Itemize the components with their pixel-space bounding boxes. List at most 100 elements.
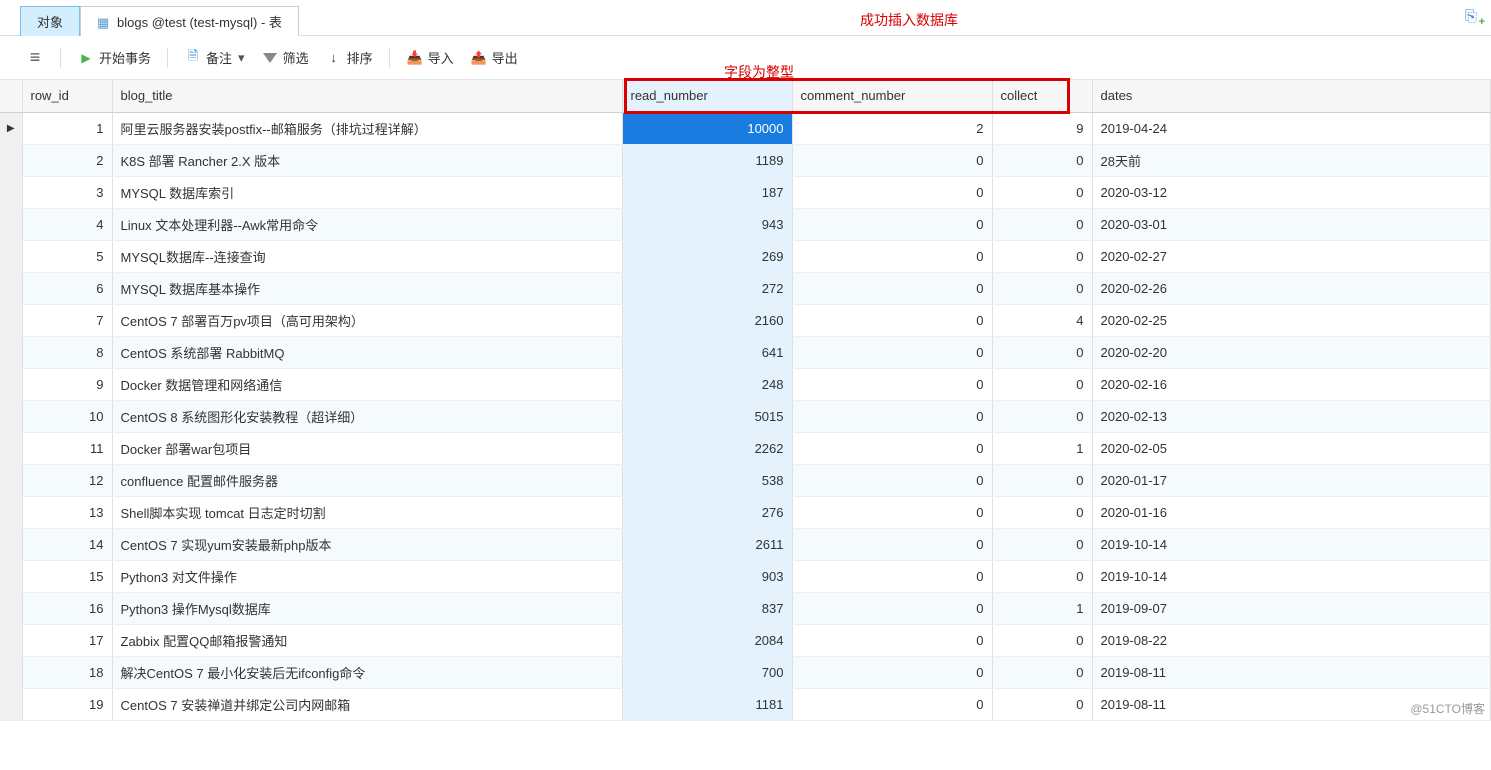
cell-collect[interactable]: 1	[992, 592, 1092, 624]
cell-row-id[interactable]: 3	[22, 176, 112, 208]
cell-dates[interactable]: 2019-09-07	[1092, 592, 1491, 624]
table-row[interactable]: 1阿里云服务器安装postfix--邮箱服务（排坑过程详解）1000029201…	[0, 112, 1491, 144]
cell-blog-title[interactable]: Python3 对文件操作	[112, 560, 622, 592]
cell-dates[interactable]: 2019-08-11	[1092, 656, 1491, 688]
cell-dates[interactable]: 2019-08-11	[1092, 688, 1491, 720]
cell-comment-number[interactable]: 0	[792, 208, 992, 240]
cell-comment-number[interactable]: 0	[792, 464, 992, 496]
cell-collect[interactable]: 0	[992, 560, 1092, 592]
cell-blog-title[interactable]: Shell脚本实现 tomcat 日志定时切割	[112, 496, 622, 528]
cell-blog-title[interactable]: Python3 操作Mysql数据库	[112, 592, 622, 624]
tab-objects[interactable]: 对象	[20, 6, 80, 36]
cell-row-id[interactable]: 8	[22, 336, 112, 368]
cell-read-number[interactable]: 2262	[622, 432, 792, 464]
table-row[interactable]: 15Python3 对文件操作903002019-10-14	[0, 560, 1491, 592]
export-button[interactable]: 导出	[464, 45, 524, 71]
new-tab-icon[interactable]	[1465, 8, 1483, 26]
cell-row-id[interactable]: 14	[22, 528, 112, 560]
cell-read-number[interactable]: 700	[622, 656, 792, 688]
cell-dates[interactable]: 2020-02-16	[1092, 368, 1491, 400]
cell-dates[interactable]: 2019-10-14	[1092, 528, 1491, 560]
cell-blog-title[interactable]: MYSQL 数据库索引	[112, 176, 622, 208]
cell-row-id[interactable]: 10	[22, 400, 112, 432]
cell-row-id[interactable]: 19	[22, 688, 112, 720]
cell-blog-title[interactable]: CentOS 8 系统图形化安装教程（超详细）	[112, 400, 622, 432]
table-row[interactable]: 12confluence 配置邮件服务器538002020-01-17	[0, 464, 1491, 496]
filter-button[interactable]: 筛选	[255, 45, 315, 71]
cell-blog-title[interactable]: 阿里云服务器安装postfix--邮箱服务（排坑过程详解）	[112, 112, 622, 144]
cell-row-id[interactable]: 17	[22, 624, 112, 656]
cell-comment-number[interactable]: 0	[792, 528, 992, 560]
sort-button[interactable]: 排序	[319, 45, 379, 71]
table-row[interactable]: 3MYSQL 数据库索引187002020-03-12	[0, 176, 1491, 208]
cell-dates[interactable]: 2020-02-13	[1092, 400, 1491, 432]
cell-collect[interactable]: 0	[992, 240, 1092, 272]
table-row[interactable]: 16Python3 操作Mysql数据库837012019-09-07	[0, 592, 1491, 624]
cell-comment-number[interactable]: 0	[792, 336, 992, 368]
cell-collect[interactable]: 0	[992, 176, 1092, 208]
column-header-collect[interactable]: collect	[992, 80, 1092, 112]
cell-collect[interactable]: 0	[992, 688, 1092, 720]
cell-read-number[interactable]: 2084	[622, 624, 792, 656]
table-row[interactable]: 9Docker 数据管理和网络通信248002020-02-16	[0, 368, 1491, 400]
cell-blog-title[interactable]: CentOS 系统部署 RabbitMQ	[112, 336, 622, 368]
column-header-read-number[interactable]: read_number	[622, 80, 792, 112]
cell-row-id[interactable]: 12	[22, 464, 112, 496]
cell-read-number[interactable]: 187	[622, 176, 792, 208]
cell-blog-title[interactable]: CentOS 7 部署百万pv项目（高可用架构）	[112, 304, 622, 336]
cell-dates[interactable]: 2020-03-01	[1092, 208, 1491, 240]
cell-dates[interactable]: 2019-04-24	[1092, 112, 1491, 144]
tab-table[interactable]: blogs @test (test-mysql) - 表	[80, 6, 299, 36]
table-row[interactable]: 5MYSQL数据库--连接查询269002020-02-27	[0, 240, 1491, 272]
cell-collect[interactable]: 0	[992, 656, 1092, 688]
cell-blog-title[interactable]: Docker 数据管理和网络通信	[112, 368, 622, 400]
cell-collect[interactable]: 0	[992, 400, 1092, 432]
cell-read-number[interactable]: 2160	[622, 304, 792, 336]
cell-blog-title[interactable]: 解决CentOS 7 最小化安装后无ifconfig命令	[112, 656, 622, 688]
table-row[interactable]: 4Linux 文本处理利器--Awk常用命令943002020-03-01	[0, 208, 1491, 240]
cell-read-number[interactable]: 641	[622, 336, 792, 368]
cell-comment-number[interactable]: 0	[792, 272, 992, 304]
cell-collect[interactable]: 0	[992, 528, 1092, 560]
cell-dates[interactable]: 2020-02-05	[1092, 432, 1491, 464]
cell-collect[interactable]: 0	[992, 496, 1092, 528]
cell-read-number[interactable]: 272	[622, 272, 792, 304]
cell-blog-title[interactable]: CentOS 7 实现yum安装最新php版本	[112, 528, 622, 560]
cell-read-number[interactable]: 2611	[622, 528, 792, 560]
cell-dates[interactable]: 2020-02-27	[1092, 240, 1491, 272]
cell-row-id[interactable]: 4	[22, 208, 112, 240]
cell-blog-title[interactable]: K8S 部署 Rancher 2.X 版本	[112, 144, 622, 176]
column-header-dates[interactable]: dates	[1092, 80, 1491, 112]
cell-blog-title[interactable]: Docker 部署war包项目	[112, 432, 622, 464]
cell-collect[interactable]: 4	[992, 304, 1092, 336]
cell-comment-number[interactable]: 0	[792, 432, 992, 464]
menu-button[interactable]	[20, 45, 50, 71]
table-row[interactable]: 17Zabbix 配置QQ邮箱报警通知2084002019-08-22	[0, 624, 1491, 656]
cell-dates[interactable]: 28天前	[1092, 144, 1491, 176]
table-row[interactable]: 10CentOS 8 系统图形化安装教程（超详细）5015002020-02-1…	[0, 400, 1491, 432]
note-button[interactable]: 备注	[178, 45, 251, 71]
cell-blog-title[interactable]: MYSQL 数据库基本操作	[112, 272, 622, 304]
cell-read-number[interactable]: 1189	[622, 144, 792, 176]
cell-collect[interactable]: 0	[992, 464, 1092, 496]
cell-comment-number[interactable]: 0	[792, 624, 992, 656]
cell-collect[interactable]: 0	[992, 368, 1092, 400]
cell-collect[interactable]: 0	[992, 208, 1092, 240]
cell-dates[interactable]: 2020-03-12	[1092, 176, 1491, 208]
cell-read-number[interactable]: 10000	[622, 112, 792, 144]
cell-dates[interactable]: 2020-02-26	[1092, 272, 1491, 304]
cell-read-number[interactable]: 276	[622, 496, 792, 528]
table-row[interactable]: 8CentOS 系统部署 RabbitMQ641002020-02-20	[0, 336, 1491, 368]
cell-read-number[interactable]: 1181	[622, 688, 792, 720]
cell-dates[interactable]: 2019-10-14	[1092, 560, 1491, 592]
cell-row-id[interactable]: 16	[22, 592, 112, 624]
cell-comment-number[interactable]: 0	[792, 656, 992, 688]
cell-comment-number[interactable]: 0	[792, 560, 992, 592]
cell-read-number[interactable]: 903	[622, 560, 792, 592]
cell-row-id[interactable]: 6	[22, 272, 112, 304]
cell-collect[interactable]: 0	[992, 144, 1092, 176]
cell-row-id[interactable]: 2	[22, 144, 112, 176]
cell-row-id[interactable]: 13	[22, 496, 112, 528]
column-header-marker[interactable]	[0, 80, 22, 112]
cell-dates[interactable]: 2020-02-25	[1092, 304, 1491, 336]
